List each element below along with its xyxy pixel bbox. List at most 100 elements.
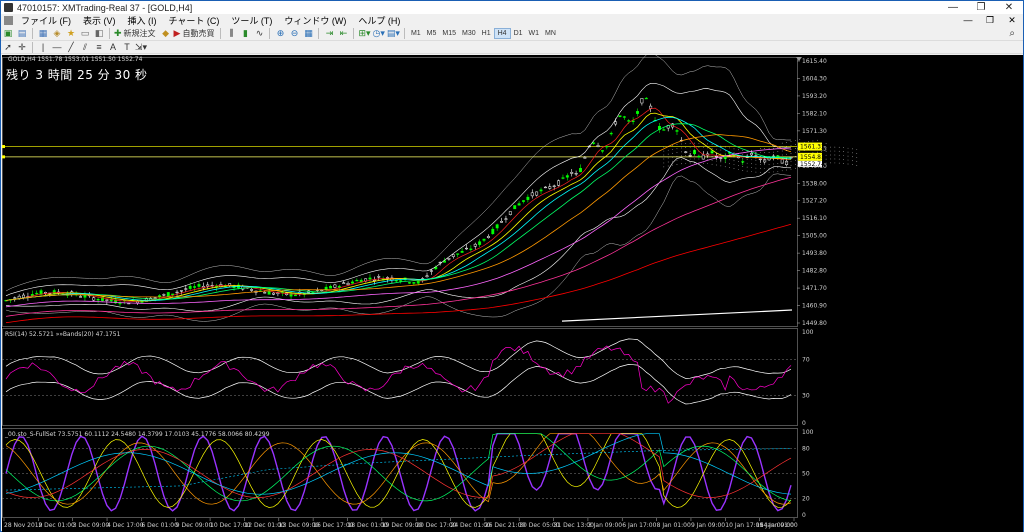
cloud-dot	[755, 163, 757, 165]
stochastic-header: _00.sto_S-FullSet 73.5751 60.1112 24.548…	[5, 431, 270, 438]
cloud-dot	[742, 166, 744, 167]
cloud-dot	[720, 161, 722, 163]
cloud-dot	[702, 143, 704, 144]
time-axis-label: 28 Nov 2019	[4, 522, 43, 529]
text-icon[interactable]: T	[121, 41, 133, 53]
timeframe-m5[interactable]: M5	[424, 28, 440, 39]
horizontal-line-icon[interactable]: —	[51, 41, 63, 53]
minimize-button[interactable]: —	[939, 1, 967, 14]
candle-body	[179, 290, 183, 292]
menu-chart[interactable]: チャート (C)	[163, 14, 226, 27]
chart-canvas[interactable]: 1615.401604.301593.201582.101571.301560.…	[2, 55, 1023, 532]
vertical-line-icon[interactable]: |	[37, 41, 49, 53]
candle-body	[197, 284, 201, 287]
equidistant-channel-icon[interactable]: ⫽	[79, 41, 91, 53]
profiles-icon[interactable]: ▤	[16, 27, 28, 39]
cloud-dot	[742, 154, 744, 155]
chart-shift-icon[interactable]: ⇤	[337, 27, 349, 39]
text-label-icon[interactable]: A	[107, 41, 119, 53]
tile-windows-icon[interactable]: ▦	[302, 27, 314, 39]
timeframe-h4[interactable]: H4	[493, 27, 511, 39]
data-window-icon[interactable]: ◈	[51, 27, 63, 39]
indicators-icon[interactable]: ⊞▾	[358, 27, 370, 39]
periods-icon[interactable]: ◷▾	[373, 27, 385, 39]
cloud-dot	[825, 146, 827, 148]
cloud-dot	[716, 164, 717, 166]
candle-body	[329, 285, 332, 289]
strategy-tester-icon[interactable]: ◧	[93, 27, 105, 39]
bollinger-lower	[5, 157, 792, 312]
standard-toolbar: ▣ ▤ ▦ ◈ ★ ▭ ◧ ✚ 新規注文 ◆ ▶ 自動売買 ⫼ ▮ ∿ ⊕ ⊖ ▦ …	[1, 26, 1023, 41]
timeframe-m30[interactable]: M30	[459, 28, 479, 39]
cloud-dot	[795, 140, 796, 141]
auto-trading-button[interactable]: ▶ 自動売買	[174, 27, 217, 39]
cloud-dot	[724, 146, 726, 148]
metaeditor-icon[interactable]: ◆	[160, 27, 172, 39]
candle-body	[162, 294, 166, 296]
cloud-dot	[773, 167, 774, 169]
maximize-button[interactable]: ❐	[967, 1, 995, 14]
window-title: 47010157: XMTrading-Real 37 - [GOLD,H4]	[17, 2, 193, 13]
menu-file[interactable]: ファイル (F)	[15, 14, 77, 27]
ma-yellow-line	[5, 112, 792, 302]
chart-close-button[interactable]: ✕	[1001, 15, 1023, 26]
chart-restore-button[interactable]: ❐	[979, 15, 1001, 26]
menu-insert[interactable]: 挿入 (I)	[122, 14, 163, 27]
candlestick-icon[interactable]: ▮	[239, 27, 251, 39]
cloud-dot	[667, 165, 669, 167]
menu-tools[interactable]: ツール (T)	[225, 14, 278, 27]
timeframe-mn[interactable]: MN	[542, 28, 559, 39]
chart-window[interactable]: 1615.401604.301593.201582.101571.301560.…	[2, 55, 1023, 532]
chart-minimize-button[interactable]: —	[957, 15, 979, 26]
line-chart-icon[interactable]: ∿	[253, 27, 265, 39]
cloud-dot	[768, 160, 770, 161]
timeframe-m15[interactable]: M15	[439, 28, 459, 39]
crosshair-icon[interactable]: ✛	[16, 41, 28, 53]
timeframe-h1[interactable]: H1	[479, 28, 494, 39]
cloud-dot	[838, 154, 840, 156]
cloud-dot	[795, 148, 796, 149]
candle-body	[206, 284, 210, 287]
candle-body	[460, 250, 464, 253]
menu-window[interactable]: ウィンドウ (W)	[278, 14, 352, 27]
bar-chart-icon[interactable]: ⫼	[225, 27, 237, 39]
candle-body	[263, 292, 267, 294]
fibonacci-icon[interactable]: ≡	[93, 41, 105, 53]
close-button[interactable]: ✕	[995, 1, 1023, 14]
chart-document-icon[interactable]	[4, 15, 13, 25]
cursor-icon[interactable]: ➚	[2, 41, 14, 53]
candle-body	[175, 291, 179, 294]
cloud-dot	[808, 141, 809, 143]
timeframe-w1[interactable]: W1	[526, 28, 543, 39]
candle-body	[592, 142, 596, 144]
cloud-dot	[707, 163, 709, 165]
cloud-dot	[724, 162, 726, 164]
terminal-icon[interactable]: ▭	[79, 27, 91, 39]
zoom-in-icon[interactable]: ⊕	[274, 27, 286, 39]
menu-view[interactable]: 表示 (V)	[77, 14, 122, 27]
new-order-button[interactable]: ✚ 新規注文	[114, 27, 158, 39]
cloud-dot	[821, 155, 823, 156]
cloud-dot	[790, 164, 792, 166]
cloud-dot	[816, 147, 818, 149]
templates-icon[interactable]: ▤▾	[387, 27, 400, 39]
cloud-dot	[843, 155, 844, 156]
candle-body	[614, 121, 618, 125]
navigator-icon[interactable]: ★	[65, 27, 77, 39]
auto-scroll-icon[interactable]: ⇥	[323, 27, 335, 39]
market-watch-icon[interactable]: ▦	[37, 27, 49, 39]
cloud-dot	[742, 170, 744, 171]
cloud-dot	[808, 149, 809, 151]
cloud-dot	[838, 158, 840, 160]
timeframe-m1[interactable]: M1	[408, 28, 424, 39]
arrows-icon[interactable]: ⇲▾	[135, 41, 147, 53]
new-chart-icon[interactable]: ▣	[2, 27, 14, 39]
search-icon[interactable]: ⌕	[1009, 28, 1015, 39]
menu-help[interactable]: ヘルプ (H)	[352, 14, 406, 27]
timeframe-d1[interactable]: D1	[511, 28, 526, 39]
cloud-dot	[672, 148, 673, 150]
cloud-dot	[799, 151, 801, 152]
rsi-axis-label: 0	[802, 420, 806, 427]
trendline-icon[interactable]: ╱	[65, 41, 77, 53]
zoom-out-icon[interactable]: ⊖	[288, 27, 300, 39]
